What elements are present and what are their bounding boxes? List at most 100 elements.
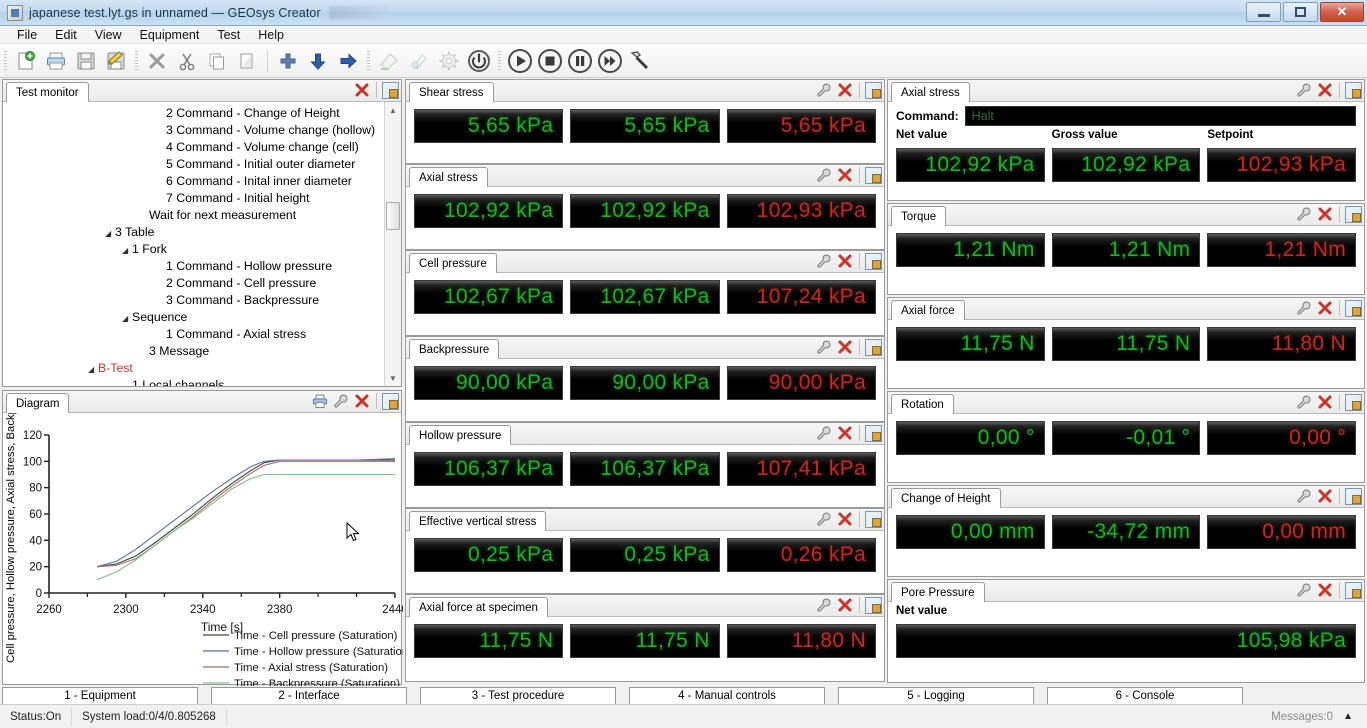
dock-icon[interactable]: [1345, 393, 1362, 411]
menu-item-edit[interactable]: Edit: [46, 27, 86, 43]
panel-tab[interactable]: Shear stress: [409, 82, 494, 102]
panel-tab[interactable]: Effective vertical stress: [409, 511, 547, 531]
pause-icon[interactable]: [565, 47, 595, 75]
calibrate-icon[interactable]: [404, 47, 434, 75]
panel-tab[interactable]: Axial force at specimen: [409, 597, 548, 617]
panel-tab[interactable]: Axial stress: [409, 167, 488, 187]
tree-item[interactable]: 1 Command - Hollow pressure: [3, 258, 384, 275]
wrench-icon[interactable]: [1295, 205, 1313, 223]
erase-icon[interactable]: [374, 47, 404, 75]
toolbar-grip[interactable]: [4, 50, 7, 71]
new-document-icon[interactable]: [11, 47, 41, 75]
menu-item-equipment[interactable]: Equipment: [131, 27, 209, 43]
bottom-tab-6[interactable]: 6 - Console: [1039, 687, 1243, 705]
dock-icon[interactable]: [1345, 581, 1362, 599]
tree-item[interactable]: ◢ B-Test: [3, 360, 384, 377]
panel-tab[interactable]: Backpressure: [409, 339, 500, 359]
expand-arrow-icon[interactable]: ◢: [105, 225, 115, 242]
hammer-icon[interactable]: [625, 47, 655, 75]
dock-icon[interactable]: [865, 338, 882, 356]
tree-item[interactable]: 3 Command - Volume change (hollow): [3, 122, 384, 139]
close-icon[interactable]: [1316, 581, 1334, 599]
wrench-icon[interactable]: [1295, 81, 1313, 99]
wrench-icon[interactable]: [1295, 299, 1313, 317]
move-down-icon[interactable]: [303, 47, 333, 75]
close-icon[interactable]: [836, 166, 854, 184]
bottom-tab-5[interactable]: 5 - Logging: [830, 687, 1034, 705]
tree-item[interactable]: ◢ 3 Table: [3, 224, 384, 241]
tree-item[interactable]: 3 Message: [3, 343, 384, 360]
close-icon[interactable]: [1316, 487, 1334, 505]
tree-item[interactable]: 7 Command - Initial height: [3, 190, 384, 207]
wrench-icon[interactable]: [815, 596, 833, 614]
expand-arrow-icon[interactable]: ◢: [88, 361, 98, 378]
power-icon[interactable]: [464, 47, 494, 75]
menu-item-help[interactable]: Help: [249, 27, 293, 43]
close-icon[interactable]: [836, 338, 854, 356]
add-icon[interactable]: [273, 47, 303, 75]
close-icon[interactable]: [1316, 205, 1334, 223]
tree-item[interactable]: ◢ 1 Fork: [3, 241, 384, 258]
play-icon[interactable]: [505, 47, 535, 75]
menu-item-view[interactable]: View: [86, 27, 131, 43]
panel-tab[interactable]: Cell pressure: [409, 253, 497, 273]
dock-icon[interactable]: [1345, 487, 1362, 505]
tree-item[interactable]: 1 Command - Axial stress: [3, 326, 384, 343]
bottom-tab-3[interactable]: 3 - Test procedure: [412, 687, 616, 705]
wrench-icon[interactable]: [332, 392, 350, 410]
gear-icon[interactable]: [434, 47, 464, 75]
dock-icon[interactable]: [865, 510, 882, 528]
scroll-down-icon[interactable]: ▼: [385, 370, 401, 386]
move-right-icon[interactable]: [333, 47, 363, 75]
wrench-icon[interactable]: [815, 166, 833, 184]
tab-diagram[interactable]: Diagram: [6, 393, 70, 413]
save-as-icon[interactable]: [101, 47, 131, 75]
wrench-icon[interactable]: [815, 424, 833, 442]
dock-icon[interactable]: [382, 81, 399, 99]
toolbar-grip-3[interactable]: [367, 50, 370, 71]
wrench-icon[interactable]: [815, 338, 833, 356]
panel-tab[interactable]: Hollow pressure: [409, 425, 512, 445]
dock-icon[interactable]: [865, 81, 882, 99]
expand-arrow-icon[interactable]: ◢: [122, 242, 132, 259]
tree-item[interactable]: Wait for next measurement: [3, 207, 384, 224]
close-icon[interactable]: [1316, 393, 1334, 411]
close-icon[interactable]: [836, 510, 854, 528]
dock-icon[interactable]: [865, 596, 882, 614]
bottom-tab-1[interactable]: 1 - Equipment: [0, 687, 198, 705]
expand-arrow-icon[interactable]: ◢: [122, 310, 132, 327]
close-button[interactable]: ✕: [1320, 2, 1364, 22]
stop-icon[interactable]: [535, 47, 565, 75]
cut-icon[interactable]: [172, 47, 202, 75]
fast-forward-icon[interactable]: [595, 47, 625, 75]
dock-icon[interactable]: [865, 166, 882, 184]
close-icon[interactable]: [353, 392, 371, 410]
tree-item[interactable]: 5 Command - Initial outer diameter: [3, 156, 384, 173]
wrench-icon[interactable]: [1295, 487, 1313, 505]
copy-icon[interactable]: [202, 47, 232, 75]
wrench-icon[interactable]: [815, 510, 833, 528]
test-monitor-scrollbar[interactable]: ▲ ▼: [384, 102, 401, 386]
paste-icon[interactable]: [232, 47, 262, 75]
toolbar-grip-4[interactable]: [498, 50, 501, 71]
close-icon[interactable]: [353, 81, 371, 99]
dock-icon[interactable]: [382, 392, 399, 410]
tree-item[interactable]: 2 Command - Change of Height: [3, 105, 384, 122]
toolbar-grip-2[interactable]: [135, 50, 138, 71]
menu-item-test[interactable]: Test: [208, 27, 249, 43]
close-icon[interactable]: [836, 252, 854, 270]
dock-icon[interactable]: [1345, 81, 1362, 99]
wrench-icon[interactable]: [815, 252, 833, 270]
tree-item[interactable]: 3 Command - Backpressure: [3, 292, 384, 309]
tree-item[interactable]: 4 Command - Volume change (cell): [3, 139, 384, 156]
test-monitor-tree[interactable]: 2 Command - Change of Height 3 Command - …: [3, 102, 384, 386]
panel-tab[interactable]: Change of Height: [891, 488, 1001, 508]
print-icon[interactable]: [41, 47, 71, 75]
panel-tab[interactable]: Rotation: [891, 394, 954, 414]
print-icon[interactable]: [311, 392, 329, 410]
panel-tab[interactable]: Pore Pressure: [891, 582, 985, 602]
scrollbar-thumb[interactable]: [386, 202, 400, 230]
diagram-chart[interactable]: Cell pressure, Hollow pressure, Axial st…: [3, 413, 412, 690]
dock-icon[interactable]: [865, 424, 882, 442]
wrench-icon[interactable]: [1295, 581, 1313, 599]
